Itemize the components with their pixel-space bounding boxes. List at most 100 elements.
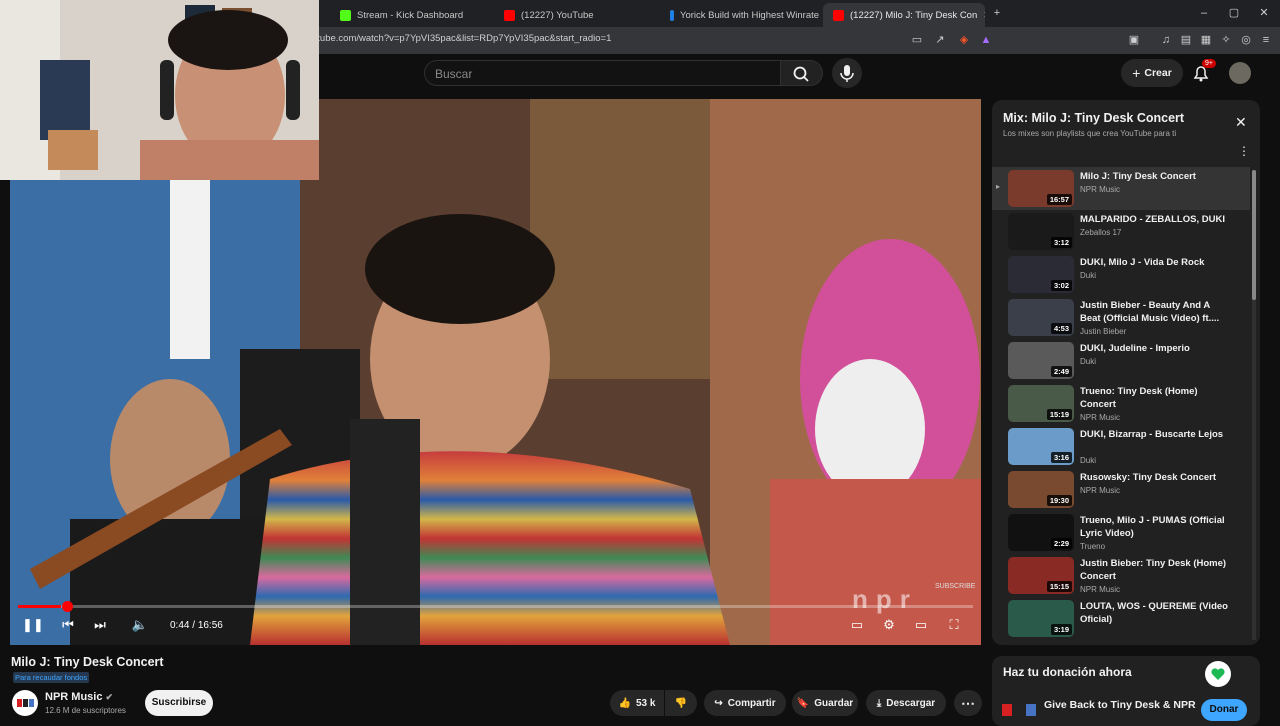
minimize-icon[interactable]: – [1198,7,1210,19]
panel-icon[interactable]: ▤ [1180,34,1192,46]
notification-badge: 9+ [1202,59,1216,68]
playlist-item[interactable]: 3:19 LOUTA, WOS - QUEREME (Video Oficial) [992,597,1250,640]
playlist-item-channel: Justin Bieber [1080,327,1127,336]
playlist-item[interactable]: 2:49 DUKI, Judeline - Imperio Duki [992,339,1250,382]
url-field[interactable]: utube.com/watch?v=p7YpVI35pac&list=RDp7Y… [312,33,611,44]
duration-badge: 15:19 [1046,409,1072,420]
window-close-icon[interactable]: ✕ [1258,7,1270,19]
video-thumbnail[interactable]: 4:53 [1008,299,1074,336]
maximize-icon[interactable]: ▢ [1228,7,1240,19]
video-title: Milo J: Tiny Desk Concert [11,655,164,669]
like-button[interactable]: 👍 53 k [610,690,664,716]
progress-bar[interactable] [18,605,973,608]
previous-icon[interactable]: ⏮ [58,615,78,635]
voice-search-button[interactable] [832,58,862,88]
playlist-item[interactable]: 3:12 MALPARIDO - ZEBALLOS, DUKI Zeballos 1… [992,210,1250,253]
settings-icon[interactable]: ⚙ [879,615,899,635]
duration-badge: 3:16 [1050,452,1072,463]
more-actions-button[interactable]: ⋯ [954,690,982,716]
video-thumbnail[interactable]: 3:19 [1008,600,1074,637]
playlist-item-channel: Zeballos 17 [1080,228,1122,237]
subscribe-watermark[interactable]: SUBSCRIBE [935,583,975,590]
next-icon[interactable]: ⏭ [90,615,110,635]
now-playing-icon: ▸ [996,182,1001,191]
fundraiser-badge[interactable]: Para recaudar fondos [13,672,90,683]
playlist-panel: Mix: Milo J: Tiny Desk Concert Los mixes… [992,100,1260,645]
subtitles-icon[interactable]: ▭ [847,615,867,635]
playlist-item[interactable]: 4:53 Justin Bieber - Beauty And A Beat (O… [992,296,1250,339]
donation-heart-icon [1205,661,1231,687]
time-display: 0:44 / 16:56 [170,620,223,631]
video-thumbnail[interactable]: 2:49 [1008,342,1074,379]
playlist-item[interactable]: ▸ 16:57 Milo J: Tiny Desk Concert NPR Music [992,167,1250,210]
tab-kick[interactable]: Stream - Kick Dashboard [330,3,490,27]
search-button[interactable] [781,60,823,86]
close-icon[interactable]: ✕ [983,10,985,21]
theater-mode-icon[interactable]: ▭ [911,615,931,635]
subscribe-button[interactable]: Suscribirse [145,690,213,716]
cast-icon[interactable]: ▭ [911,34,923,46]
microphone-icon [840,65,854,82]
leo-icon[interactable]: ✧ [1220,34,1232,46]
volume-icon[interactable]: 🔈 [130,615,150,635]
duration-badge: 3:19 [1050,624,1072,635]
duration-badge: 3:12 [1050,237,1072,248]
video-thumbnail[interactable]: 3:12 [1008,213,1074,250]
fullscreen-icon[interactable]: ⛶ [944,615,964,635]
video-thumbnail[interactable]: 2:29 [1008,514,1074,551]
dislike-button[interactable]: 👎 [665,690,697,716]
brave-shield-icon[interactable]: ◈ [958,34,970,46]
playlist-item[interactable]: 3:02 DUKI, Milo J - Vida De Rock Duki [992,253,1250,296]
playlist-item[interactable]: 2:29 Trueno, Milo J - PUMAS (Official Lyr… [992,511,1250,554]
tab-milo-j[interactable]: (12227) Milo J: Tiny Desk Con ✕ [823,3,985,27]
video-thumbnail[interactable]: 15:15 [1008,557,1074,594]
playlist-item[interactable]: 19:30 Rusowsky: Tiny Desk Concert NPR Musi… [992,468,1250,511]
playlist-item-channel: NPR Music [1080,413,1121,422]
music-icon[interactable]: ♫ [1160,34,1172,46]
playlist-item-channel: NPR Music [1080,585,1121,594]
duration-badge: 2:29 [1050,538,1072,549]
save-button[interactable]: 🔖 Guardar [792,690,858,716]
video-player[interactable]: ❚❚ ⏮ ⏭ 🔈 0:44 / 16:56 ▭ ⚙ ▭ ⛶ SUBSCRIBE … [10,99,981,645]
progress-fill [18,605,61,608]
duration-badge: 4:53 [1050,323,1072,334]
pause-icon[interactable]: ❚❚ [22,615,44,635]
npr-watermark: npr [852,584,918,614]
channel-avatar[interactable] [12,690,38,716]
scrubber-handle[interactable] [62,601,73,612]
tab-label: Yorick Build with Highest Winrate - L [680,9,820,21]
video-thumbnail[interactable]: 19:30 [1008,471,1074,508]
donation-panel: Haz tu donación ahora Give Back to Tiny … [992,656,1260,726]
vpn-icon[interactable]: ◎ [1240,34,1252,46]
close-icon[interactable]: ✕ [1235,114,1247,131]
playlist-item[interactable]: 15:15 Justin Bieber: Tiny Desk (Home) Con… [992,554,1250,597]
download-label: Descargar [886,697,936,709]
playlist-scrollbar[interactable] [1252,170,1256,640]
scrollbar-thumb[interactable] [1252,170,1256,300]
share-button[interactable]: ↪ Compartir [704,690,786,716]
create-button[interactable]: + Crear [1121,59,1183,87]
video-thumbnail[interactable]: 15:19 [1008,385,1074,422]
playlist-item[interactable]: 3:16 DUKI, Bizarrap - Buscarte Lejos Duki [992,425,1250,468]
share-arrow-icon: ↪ [714,697,723,709]
channel-name[interactable]: NPR Music ✔ [45,691,113,703]
menu-icon[interactable]: ≡ [1260,34,1272,46]
new-tab-icon[interactable]: + [991,7,1003,19]
search-input[interactable]: Buscar [424,60,781,86]
rewards-icon[interactable]: ▲ [980,34,992,46]
tab-yorick[interactable]: Yorick Build with Highest Winrate - L [660,3,820,27]
tab-youtube[interactable]: (12227) YouTube [494,3,654,27]
video-thumbnail[interactable]: 16:57 [1008,170,1074,207]
download-button[interactable]: ⤓ Descargar [866,690,946,716]
sidebar-icon[interactable]: ▣ [1128,34,1140,46]
more-options-icon[interactable]: ⋮ [1238,144,1250,158]
playlist-item-title: DUKI, Judeline - Imperio [1080,343,1190,354]
account-avatar[interactable] [1229,62,1251,84]
video-thumbnail[interactable]: 3:16 [1008,428,1074,465]
wallet-icon[interactable]: ▦ [1200,34,1212,46]
playlist-item[interactable]: 15:19 Trueno: Tiny Desk (Home) Concert NPR… [992,382,1250,425]
share-icon[interactable]: ↗ [934,34,946,46]
donate-button[interactable]: Donar [1201,699,1247,721]
video-thumbnail[interactable]: 3:02 [1008,256,1074,293]
playlist-item-title: Rusowsky: Tiny Desk Concert [1080,472,1217,483]
